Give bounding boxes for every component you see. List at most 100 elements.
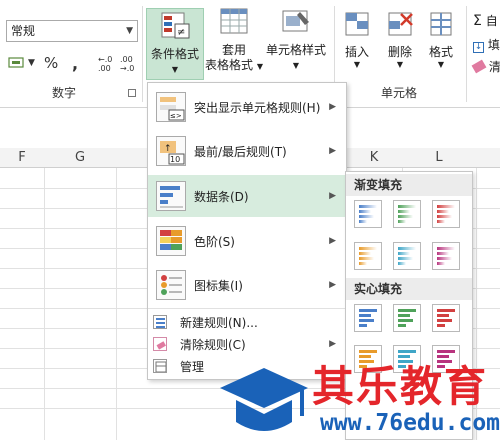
column-header-f[interactable]: F — [0, 148, 44, 168]
autosum-button[interactable]: Σ 自 — [473, 12, 498, 29]
cells-group-label: 单元格 — [381, 86, 418, 100]
menu-item-data-bars[interactable]: 数据条(D) ▶ — [148, 175, 346, 217]
svg-text:.00: .00 — [98, 64, 111, 73]
data-bar-swatch[interactable] — [393, 345, 421, 373]
conditional-format-label: 条件格式 — [150, 47, 199, 61]
delete-cells-icon — [388, 12, 413, 36]
menu-item-label: 突出显示单元格规则(H) — [194, 100, 321, 115]
format-as-table-button[interactable]: 套用 表格格式 ▼ — [205, 8, 263, 74]
delete-label: 删除 — [387, 45, 412, 59]
data-bar — [359, 319, 374, 322]
format-label: 格式 — [428, 45, 453, 59]
manage-rules-icon — [153, 359, 167, 373]
menu-item-label: 图标集(I) — [194, 278, 243, 293]
format-cells-button[interactable]: 格式 ▼ — [423, 10, 459, 69]
format-cells-icon — [430, 12, 452, 36]
data-bar-swatch[interactable] — [432, 304, 460, 332]
data-bar-swatch[interactable] — [354, 345, 382, 373]
data-bars-submenu: 渐变填充 实心填充 — [345, 171, 473, 440]
data-bar — [398, 210, 410, 213]
highlight-rules-icon: ≤> — [156, 92, 186, 122]
svg-text:←.0: ←.0 — [98, 55, 112, 64]
conditional-format-button[interactable]: ≠ 条件格式 ▼ — [146, 8, 204, 80]
data-bar — [437, 205, 455, 208]
menu-item-manage-rules[interactable]: 管理 — [148, 355, 346, 377]
menu-item-highlight-rules[interactable]: ≤> 突出显示单元格规则(H) ▶ — [148, 87, 346, 127]
data-bar-swatch[interactable] — [393, 200, 421, 228]
column-header-l[interactable]: L — [402, 148, 476, 168]
menu-item-top-bottom-rules[interactable]: ↑ 10 最前/最后规则(T) ▶ — [148, 131, 346, 171]
data-bar — [359, 215, 374, 218]
data-bar — [437, 309, 455, 312]
dialog-launcher-icon[interactable] — [128, 89, 136, 97]
svg-text:≠: ≠ — [177, 27, 185, 38]
column-header-label: L — [435, 150, 443, 165]
table-format-label-2: 表格格式 ▼ — [205, 58, 263, 74]
data-bar — [398, 355, 410, 358]
data-bar-swatch[interactable] — [393, 304, 421, 332]
cell-styles-button[interactable]: 单元格样式 ▼ — [263, 8, 329, 73]
data-bar — [359, 247, 377, 250]
comma-icon: , — [72, 53, 79, 73]
number-group-label: 数字 — [52, 86, 77, 100]
chevron-down-icon: ▼ — [171, 65, 179, 74]
comma-style-button[interactable]: , — [72, 52, 78, 74]
delete-cells-button[interactable]: 删除 ▼ — [380, 10, 420, 69]
chevron-right-icon: ▶ — [329, 236, 336, 246]
column-header-g[interactable]: G — [44, 148, 116, 168]
percent-icon: % — [44, 54, 59, 72]
conditional-format-icon: ≠ — [161, 12, 190, 39]
increase-decimal-icon: ←.0 .00 — [98, 55, 112, 73]
svg-text:→.0: →.0 — [120, 64, 134, 73]
column-header-m[interactable] — [476, 148, 500, 168]
data-bar-swatch[interactable] — [432, 242, 460, 270]
data-bar-swatch[interactable] — [432, 345, 460, 373]
data-bar-swatch[interactable] — [432, 200, 460, 228]
menu-item-label: 最前/最后规则(T) — [194, 144, 287, 159]
number-format-dropdown[interactable]: 常规 ▼ — [6, 20, 138, 42]
increase-decimal-button[interactable]: ←.0 .00 — [96, 52, 118, 74]
gradient-fill-title: 渐变填充 — [346, 174, 472, 196]
data-bar — [398, 252, 410, 255]
data-bar — [437, 210, 449, 213]
column-header-h[interactable] — [116, 148, 148, 168]
decrease-decimal-button[interactable]: .00 →.0 — [118, 52, 140, 74]
cell-styles-icon — [282, 10, 309, 32]
data-bar — [437, 324, 445, 327]
top-bottom-badge: 10 — [170, 155, 180, 164]
data-bar — [359, 360, 374, 363]
data-bar — [437, 360, 452, 363]
fill-down-icon: ↓ — [473, 42, 484, 53]
data-bar-swatch[interactable] — [354, 200, 382, 228]
menu-item-label: 新建规则(N)... — [180, 315, 258, 330]
sigma-icon: Σ — [473, 13, 482, 29]
chevron-right-icon: ▶ — [329, 146, 336, 156]
data-bar — [437, 247, 455, 250]
chevron-right-icon: ▶ — [329, 339, 336, 349]
chevron-down-icon: ▼ — [126, 26, 133, 36]
percent-style-button[interactable]: % — [44, 52, 58, 74]
menu-item-icon-sets[interactable]: 图标集(I) ▶ — [148, 265, 346, 305]
solid-fill-title: 实心填充 — [346, 278, 472, 300]
data-bar — [437, 257, 452, 260]
menu-item-label: 清除规则(C) — [180, 337, 246, 352]
data-bar — [359, 350, 377, 353]
data-bar-swatch[interactable] — [354, 242, 382, 270]
data-bar-swatch[interactable] — [393, 242, 421, 270]
menu-item-new-rule[interactable]: 新建规则(N)... — [148, 311, 346, 333]
menu-item-clear-rules[interactable]: 清除规则(C) ▶ — [148, 333, 346, 355]
clear-button[interactable]: 清 — [471, 58, 500, 75]
data-bar — [398, 309, 416, 312]
insert-cells-button[interactable]: 插入 ▼ — [340, 10, 374, 69]
menu-item-label: 管理 — [180, 359, 205, 374]
menu-item-color-scales[interactable]: 色阶(S) ▶ — [148, 221, 346, 261]
data-bar — [398, 220, 406, 223]
decrease-decimal-icon: .00 →.0 — [120, 55, 134, 73]
column-header-k[interactable]: K — [346, 148, 402, 168]
data-bar-swatch[interactable] — [354, 304, 382, 332]
fill-button[interactable]: ↓ 填 — [473, 36, 500, 53]
column-header-label: K — [369, 150, 379, 165]
accounting-format-button[interactable]: ▼ — [8, 52, 35, 74]
data-bar — [359, 257, 374, 260]
clear-rules-icon — [153, 337, 167, 351]
